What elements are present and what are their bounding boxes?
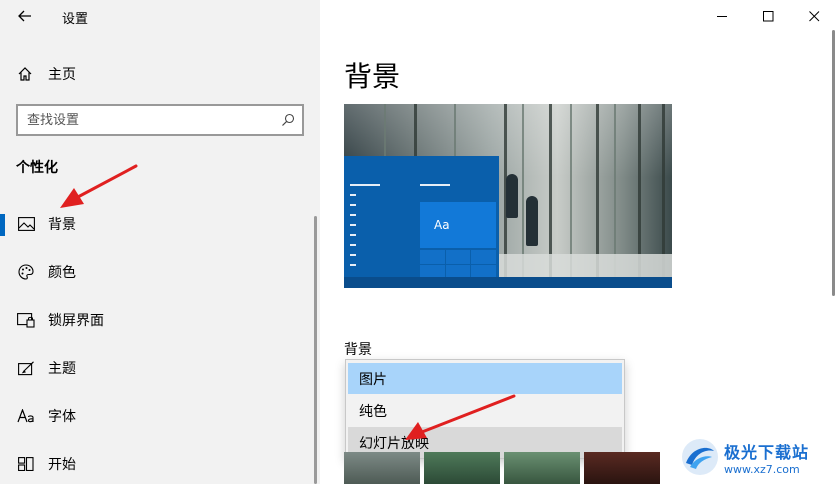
recent-pictures — [344, 452, 660, 484]
picture-thumbnail[interactable] — [344, 452, 420, 484]
search-input[interactable] — [18, 112, 274, 128]
page-title: 背景 — [344, 60, 401, 93]
picture-icon — [16, 217, 36, 231]
lock-screen-icon — [16, 312, 36, 328]
background-type-dropdown[interactable]: 图片 纯色 幻灯片放映 — [345, 359, 625, 459]
titlebar: 设置 — [0, 0, 320, 32]
sidebar-item-label: 字体 — [48, 409, 76, 425]
sidebar-item-theme[interactable]: 主题 — [0, 344, 320, 392]
watermark-name: 极光下载站 — [724, 442, 810, 462]
sidebar-item-label: 主题 — [48, 361, 76, 377]
back-button[interactable] — [12, 4, 38, 28]
picture-thumbnail[interactable] — [504, 452, 580, 484]
start-icon — [16, 457, 36, 471]
sidebar-item-label: 锁屏界面 — [48, 313, 104, 329]
preview-desktop-mock: Aa — [344, 156, 499, 278]
sidebar-item-font[interactable]: 字体 — [0, 392, 320, 440]
sidebar-scrollbar[interactable] — [314, 216, 317, 484]
window-controls — [699, 0, 837, 32]
arrow-left-icon — [18, 10, 31, 22]
dropdown-option-picture[interactable]: 图片 — [348, 363, 622, 394]
sidebar-item-label: 开始 — [48, 457, 76, 473]
minimize-button[interactable] — [699, 0, 745, 32]
sidebar-item-label: 背景 — [48, 217, 76, 233]
aurora-logo-icon — [682, 439, 718, 475]
sidebar-item-label: 颜色 — [48, 265, 76, 281]
dropdown-option-solid-color[interactable]: 纯色 — [348, 395, 622, 426]
watermark-url: www.xz7.com — [724, 462, 800, 476]
sidebar: 设置 主页 个性化 背景 颜色 锁屏界面 — [0, 0, 320, 484]
picture-thumbnail[interactable] — [424, 452, 500, 484]
sidebar-item-home[interactable]: 主页 — [0, 56, 320, 92]
minimize-icon — [716, 15, 727, 17]
sidebar-item-lock-screen[interactable]: 锁屏界面 — [0, 296, 320, 344]
sidebar-item-color[interactable]: 颜色 — [0, 248, 320, 296]
sidebar-item-background[interactable]: 背景 — [0, 200, 320, 248]
sidebar-nav: 背景 颜色 锁屏界面 主题 字体 开始 — [0, 200, 320, 484]
close-button[interactable] — [791, 0, 837, 32]
palette-icon — [16, 264, 36, 280]
sidebar-item-start[interactable]: 开始 — [0, 440, 320, 484]
maximize-icon — [762, 10, 773, 21]
search-box[interactable] — [16, 104, 304, 136]
home-icon — [15, 66, 35, 82]
watermark: 极光下载站 www.xz7.com — [680, 432, 835, 482]
font-icon — [16, 409, 36, 423]
app-title: 设置 — [62, 12, 89, 27]
preview-tile: Aa — [420, 202, 496, 248]
sidebar-item-label: 主页 — [48, 67, 76, 83]
section-title: 个性化 — [16, 160, 58, 176]
background-type-label: 背景 — [344, 342, 372, 358]
close-icon — [808, 10, 819, 21]
picture-thumbnail[interactable] — [584, 452, 660, 484]
search-icon[interactable] — [274, 113, 302, 127]
maximize-button[interactable] — [745, 0, 791, 32]
main-scrollbar[interactable] — [832, 30, 835, 296]
theme-icon — [16, 360, 36, 376]
preview-taskbar — [344, 277, 672, 288]
background-preview: Aa — [344, 104, 672, 288]
